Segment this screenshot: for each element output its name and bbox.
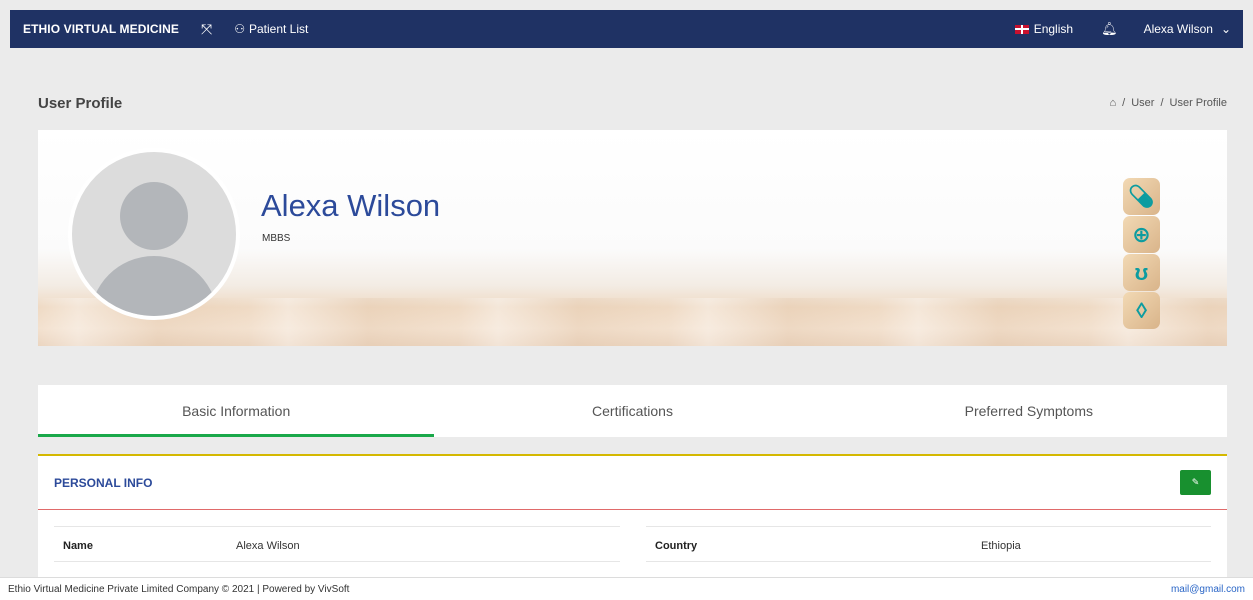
profile-name: Alexa Wilson bbox=[261, 188, 441, 223]
info-label-country: Country bbox=[655, 540, 698, 552]
breadcrumb-user[interactable]: User bbox=[1131, 97, 1154, 109]
tab-preferred-symptoms[interactable]: Preferred Symptoms bbox=[831, 385, 1227, 437]
home-icon[interactable]: ⌂ bbox=[1110, 97, 1117, 109]
medical-blocks-illustration: 💊︎ ⊕ ʊ ◊ bbox=[1123, 178, 1163, 330]
info-label-name: Name bbox=[63, 540, 93, 552]
chevron-down-icon: ⌄ bbox=[1220, 22, 1231, 36]
personal-info-card: PERSONAL INFO ✎ Name Alexa Wilson Countr… bbox=[38, 454, 1227, 584]
info-value-country: Ethiopia bbox=[981, 540, 1021, 552]
footer: Ethio Virtual Medicine Private Limited C… bbox=[0, 577, 1253, 600]
edit-icon: ✎ bbox=[1191, 477, 1200, 487]
tab-certifications[interactable]: Certifications bbox=[434, 385, 830, 437]
avatar-body bbox=[90, 256, 218, 316]
personal-info-header: PERSONAL INFO ✎ bbox=[38, 456, 1227, 510]
footer-copyright: Ethio Virtual Medicine Private Limited C… bbox=[8, 583, 350, 595]
pill-icon: 💊︎ bbox=[1123, 178, 1160, 215]
profile-tabs: Basic Information Certifications Preferr… bbox=[38, 385, 1227, 437]
fullscreen-icon[interactable]: ⤧ bbox=[201, 21, 212, 38]
info-row-name: Name Alexa Wilson bbox=[54, 526, 620, 562]
info-value-name: Alexa Wilson bbox=[236, 540, 300, 552]
user-menu-label: Alexa Wilson bbox=[1143, 22, 1213, 36]
profile-degree: MBBS bbox=[262, 233, 291, 244]
patient-list-link[interactable]: ⚇ Patient List bbox=[234, 22, 308, 36]
profile-banner: Alexa Wilson MBBS 💊︎ ⊕ ʊ ◊ bbox=[38, 130, 1227, 346]
brand-title[interactable]: ETHIO VIRTUAL MEDICINE bbox=[10, 22, 179, 36]
personal-info-title: PERSONAL INFO bbox=[54, 475, 153, 490]
info-row-country: Country Ethiopia bbox=[646, 526, 1211, 562]
plus-circle-icon: ⊕ bbox=[1123, 216, 1160, 253]
avatar-head bbox=[120, 182, 188, 250]
user-icon: ⚇ bbox=[234, 22, 245, 36]
uk-flag-icon bbox=[1014, 24, 1029, 34]
stethoscope-icon: ʊ bbox=[1123, 254, 1160, 291]
page-title: User Profile bbox=[38, 95, 123, 112]
patient-list-label: Patient List bbox=[248, 22, 309, 36]
footer-email-link[interactable]: mail@gmail.com bbox=[1171, 584, 1245, 595]
edit-button[interactable]: ✎ bbox=[1180, 470, 1211, 495]
language-selector[interactable]: English bbox=[1014, 22, 1074, 36]
top-navbar: ETHIO VIRTUAL MEDICINE ⤧ ⚇ Patient List … bbox=[10, 10, 1243, 48]
avatar bbox=[68, 148, 240, 320]
user-menu[interactable]: Alexa Wilson ⌄ bbox=[1144, 22, 1231, 36]
language-label: English bbox=[1033, 22, 1074, 36]
breadcrumb: ⌂ / User / User Profile bbox=[1109, 97, 1227, 109]
tab-basic-information[interactable]: Basic Information bbox=[38, 385, 435, 437]
bell-icon[interactable]: 🔔︎ bbox=[1101, 21, 1118, 37]
drop-icon: ◊ bbox=[1123, 292, 1160, 329]
breadcrumb-user-profile: User Profile bbox=[1169, 97, 1227, 109]
